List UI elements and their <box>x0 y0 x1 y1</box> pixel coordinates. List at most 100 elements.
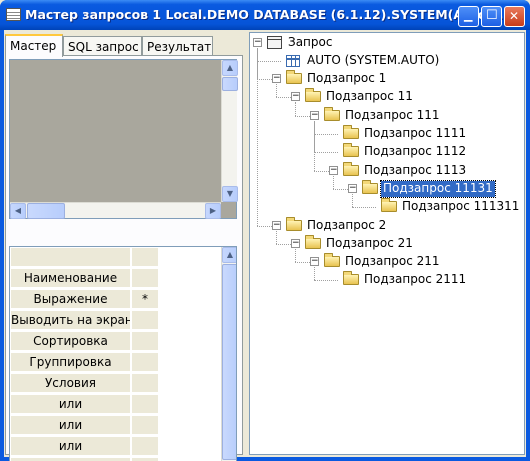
tree-node-label[interactable]: Подзапрос 11 <box>324 89 415 105</box>
tree-node-label[interactable]: Подзапрос 2 <box>305 218 388 234</box>
diagram-vertical-scrollbar[interactable]: ▲ ▼ <box>221 60 238 202</box>
folder-icon <box>381 198 397 213</box>
collapse-icon[interactable]: − <box>272 220 281 230</box>
close-button[interactable]: ✕ <box>504 6 525 27</box>
collapse-icon[interactable]: − <box>348 183 357 193</box>
folder-icon <box>324 253 340 268</box>
tree-node[interactable]: Подзапрос 111311 <box>250 198 520 216</box>
window-body: Мастер SQL запрос Результат ▲ ▼ ◀ ▶ Наим… <box>4 30 526 461</box>
scroll-right-button[interactable]: ▶ <box>205 203 221 219</box>
grid-row-label[interactable]: Выводить на экран <box>11 311 131 330</box>
folder-icon <box>343 125 359 139</box>
tree-node[interactable]: − Подзапрос 1 <box>250 70 520 88</box>
tree-node[interactable]: − Запрос <box>250 34 520 52</box>
maximize-button[interactable]: ☐ <box>481 6 502 27</box>
folder-icon <box>305 234 321 249</box>
query-tree[interactable]: − Запрос AUTO (SYSTEM.AUTO) − Подзапрос 1− По… <box>249 32 525 455</box>
scroll-thumb[interactable] <box>222 77 238 91</box>
query-diagram-area[interactable]: ▲ ▼ ◀ ▶ <box>9 59 238 219</box>
collapse-icon[interactable]: − <box>310 110 319 120</box>
grid-row-label[interactable]: Группировка <box>11 353 131 372</box>
tab-result[interactable]: Результат <box>142 36 213 56</box>
scroll-up-button[interactable]: ▲ <box>222 247 236 263</box>
tab-master[interactable]: Мастер <box>5 34 63 57</box>
grid-cell-value[interactable] <box>132 332 158 351</box>
diagram-canvas[interactable] <box>10 60 221 202</box>
tree-node-label[interactable]: Подзапрос 111311 <box>400 199 521 215</box>
folder-icon <box>362 179 378 194</box>
grid-row-label[interactable]: или <box>11 437 131 456</box>
grid-cell-value[interactable] <box>132 374 158 393</box>
tree-node[interactable]: Подзапрос 1112 <box>250 143 520 161</box>
tree-node[interactable]: − Подзапрос 11131 <box>250 179 520 198</box>
tree-node-label[interactable]: Подзапрос 1113 <box>362 163 468 179</box>
tree-node-label[interactable]: Подзапрос 2111 <box>362 272 468 288</box>
folder-icon <box>286 216 302 231</box>
grid-cell-value[interactable] <box>132 416 158 435</box>
tree-node-label[interactable]: Подзапрос 111 <box>343 108 442 124</box>
grid-row-label[interactable]: Наименование <box>11 269 131 288</box>
grid-cell-value[interactable] <box>132 395 158 414</box>
grid-row-label[interactable]: или <box>11 395 131 414</box>
grid-cell-value[interactable]: * <box>132 290 158 309</box>
grid-row-label[interactable]: Сортировка <box>11 332 131 351</box>
scroll-left-button[interactable]: ◀ <box>10 203 26 219</box>
grid-row-label[interactable]: или <box>11 416 131 435</box>
grid-cell-value[interactable] <box>132 248 158 267</box>
database-icon <box>267 35 282 49</box>
grid-cell-value[interactable] <box>132 269 158 288</box>
tree-node[interactable]: − Подзапрос 1113 <box>250 161 520 180</box>
grid-cell-value[interactable] <box>132 311 158 330</box>
grid-row-label[interactable]: Выражение <box>11 290 131 309</box>
window-title: Мастер запросов 1 Local.DEMO DATABASE (6… <box>25 7 509 22</box>
arrow-up-icon: ▲ <box>226 63 234 72</box>
tree-node-label[interactable]: Подзапрос 11131 <box>380 179 496 198</box>
collapse-icon[interactable]: − <box>272 74 281 84</box>
tree-node[interactable]: − Подзапрос 111 <box>250 106 520 125</box>
minimize-icon: ▁ <box>464 9 473 22</box>
grid-row-label[interactable] <box>11 248 131 267</box>
scroll-thumb[interactable] <box>222 264 236 460</box>
grid-cell-value[interactable] <box>132 437 158 456</box>
tree-node[interactable]: − Подзапрос 2 <box>250 216 520 235</box>
collapse-icon[interactable]: − <box>291 238 300 248</box>
grid-vertical-scrollbar[interactable]: ▲ ▼ <box>221 247 236 461</box>
collapse-icon[interactable]: − <box>310 257 319 267</box>
arrow-right-icon: ▶ <box>209 206 217 215</box>
arrow-left-icon: ◀ <box>14 206 22 215</box>
collapse-icon[interactable]: − <box>329 165 338 175</box>
tree-node-label[interactable]: Подзапрос 1112 <box>362 144 468 160</box>
scroll-thumb[interactable] <box>27 203 65 219</box>
arrow-down-icon: ▼ <box>226 189 234 198</box>
tree-node[interactable]: − Подзапрос 211 <box>250 253 520 271</box>
diagram-horizontal-scrollbar[interactable]: ◀ ▶ <box>10 202 221 219</box>
grid-row-label[interactable]: Условия <box>11 374 131 393</box>
tree-node[interactable]: Подзапрос 2111 <box>250 271 520 289</box>
scroll-up-button[interactable]: ▲ <box>222 60 238 76</box>
collapse-icon[interactable]: − <box>253 37 262 47</box>
tree-node[interactable]: − Подзапрос 21 <box>250 234 520 253</box>
tree-node-label[interactable]: AUTO (SYSTEM.AUTO) <box>305 53 441 69</box>
close-icon: ✕ <box>509 9 520 23</box>
tree-node-label[interactable]: Подзапрос 1111 <box>362 126 468 142</box>
tree-node-label[interactable]: Подзапрос 1 <box>305 71 388 87</box>
tree-node-label[interactable]: Подзапрос 21 <box>324 236 415 252</box>
folder-icon <box>324 106 340 121</box>
folder-icon <box>305 88 321 103</box>
grid-cell-value[interactable] <box>132 353 158 372</box>
collapse-icon[interactable]: − <box>291 92 300 102</box>
tab-sql-query[interactable]: SQL запрос <box>63 36 142 56</box>
title-bar[interactable]: Мастер запросов 1 Local.DEMO DATABASE (6… <box>0 0 530 30</box>
minimize-button[interactable]: ▁ <box>458 6 479 27</box>
master-tab-panel: ▲ ▼ ◀ ▶ Наименование Выражение * Выводить н… <box>5 55 243 461</box>
field-grid[interactable]: Наименование Выражение * Выводить на экран С… <box>9 246 237 461</box>
app-icon <box>6 8 21 21</box>
tree-node[interactable]: Подзапрос 1111 <box>250 125 520 143</box>
tree-node[interactable]: − Подзапрос 11 <box>250 88 520 106</box>
tree-node[interactable]: AUTO (SYSTEM.AUTO) <box>250 52 520 70</box>
tree-node-label[interactable]: Подзапрос 211 <box>343 254 442 270</box>
tree-node-label[interactable]: Запрос <box>286 35 334 51</box>
maximize-icon: ☐ <box>486 8 498 23</box>
folder-icon <box>286 70 302 85</box>
scroll-down-button[interactable]: ▼ <box>222 186 238 202</box>
